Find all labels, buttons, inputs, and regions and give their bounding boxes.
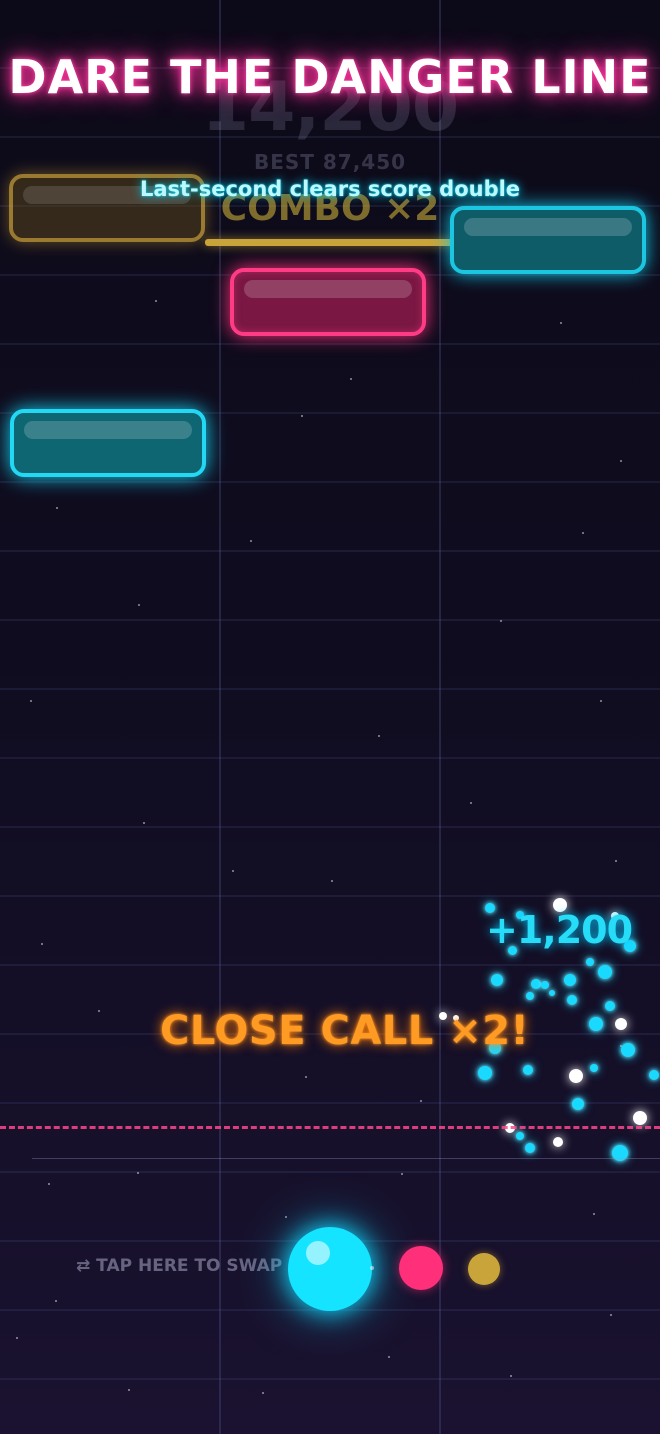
particle	[605, 1001, 615, 1011]
floor-line	[32, 1158, 660, 1159]
star	[301, 415, 303, 417]
star	[155, 300, 157, 302]
star	[510, 1375, 512, 1377]
star	[56, 507, 58, 509]
star	[285, 1216, 287, 1218]
star	[232, 870, 234, 872]
star	[470, 802, 472, 804]
combo-progress-bar	[205, 239, 455, 246]
star	[420, 1100, 422, 1102]
falling-block-pink	[230, 268, 426, 336]
block-shine	[464, 218, 632, 236]
falling-block-cyan	[450, 206, 646, 274]
next-ball-yellow	[468, 1253, 500, 1285]
particle	[564, 974, 576, 986]
particle	[615, 1018, 627, 1030]
star	[41, 943, 43, 945]
particle	[598, 965, 612, 979]
star	[500, 620, 502, 622]
star	[331, 880, 333, 882]
star	[350, 378, 352, 380]
particle	[569, 1069, 583, 1083]
block-shine	[244, 280, 412, 298]
close-call-popup: CLOSE CALL ×2!	[160, 1008, 530, 1054]
particle	[516, 1132, 524, 1140]
star	[610, 1314, 612, 1316]
star	[388, 1356, 390, 1358]
star	[600, 700, 602, 702]
star	[138, 604, 140, 606]
particle	[572, 1098, 584, 1110]
falling-block-cyan	[10, 409, 206, 477]
particle	[549, 990, 555, 996]
star	[378, 735, 380, 737]
player-ball[interactable]	[288, 1227, 372, 1311]
star	[137, 1172, 139, 1174]
particle	[590, 1064, 598, 1072]
game-stage[interactable]: 14,200 BEST 87,450 COMBO ×2 DARE THE DAN…	[0, 0, 660, 1434]
promo-headline: DARE THE DANGER LINE	[8, 50, 652, 104]
star	[16, 1337, 18, 1339]
star	[262, 1392, 264, 1394]
promo-subhead: Last-second clears score double	[139, 177, 521, 201]
star	[582, 532, 584, 534]
particle	[633, 1111, 647, 1125]
particle	[531, 979, 541, 989]
star	[615, 860, 617, 862]
block-shine	[24, 421, 192, 439]
particle	[567, 995, 577, 1005]
particle	[621, 1043, 635, 1057]
star	[305, 1076, 307, 1078]
star	[98, 1010, 100, 1012]
star	[401, 1173, 403, 1175]
particle	[541, 981, 549, 989]
points-popup: +1,200	[486, 908, 633, 952]
particle	[491, 974, 503, 986]
star	[48, 1183, 50, 1185]
star	[593, 1213, 595, 1215]
particle	[553, 1137, 563, 1147]
star	[250, 540, 252, 542]
star	[560, 322, 562, 324]
particle	[526, 992, 534, 1000]
ball-highlight	[306, 1241, 330, 1265]
star	[30, 700, 32, 702]
danger-line	[0, 1126, 660, 1129]
star	[620, 460, 622, 462]
star	[55, 1300, 57, 1302]
best-score: BEST 87,450	[253, 150, 407, 174]
particle	[525, 1143, 535, 1153]
star	[143, 822, 145, 824]
particle	[478, 1066, 492, 1080]
ball-trail-dot	[370, 1266, 374, 1270]
next-ball-pink	[399, 1246, 443, 1290]
particle	[523, 1065, 533, 1075]
particle	[586, 958, 594, 966]
particle	[589, 1017, 603, 1031]
swap-hint[interactable]: ⇄ TAP HERE TO SWAP	[76, 1256, 282, 1276]
particle	[649, 1070, 659, 1080]
star	[128, 1389, 130, 1391]
